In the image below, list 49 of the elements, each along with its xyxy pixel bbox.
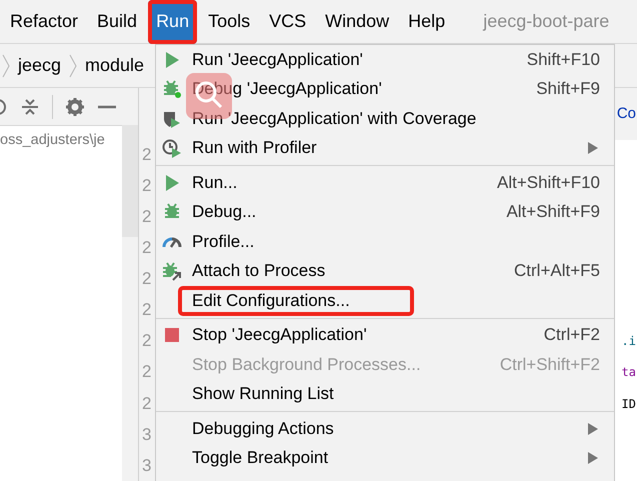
code-text: ta [622,365,636,380]
file-path[interactable]: oss_adjusters\je [0,132,122,148]
menu-item[interactable]: Stop 'JeecgApplication' Ctrl+F2 [156,320,614,350]
menu-bar-item[interactable]: VCS [261,0,314,44]
menu-bar-item[interactable]: Tools [200,0,258,44]
line-number: 3 [139,419,155,450]
code-text: .i [622,334,636,348]
editor-tab[interactable]: Co [616,105,636,122]
chevron-icon [2,52,10,78]
submenu-arrow-icon [588,452,598,464]
menu-bar-item[interactable]: Run [148,0,198,44]
breadcrumb-item[interactable]: jeecg [18,55,62,76]
menu-item[interactable]: Debugging Actions [156,414,614,444]
line-number: 2 [139,202,155,233]
code-text: ID [622,396,636,410]
clock-play-icon [162,138,182,158]
menu-item[interactable]: Edit Configurations... [178,286,414,316]
menu-bar-item[interactable]: Refactor [2,0,86,44]
menu-item[interactable]: Run 'JeecgApplication' with Coverage [156,104,614,134]
scrollbar[interactable] [122,125,138,237]
line-number: 2 [139,170,155,202]
menu-item[interactable]: Toggle Breakpoint [156,444,614,473]
menu-item[interactable]: Run... Alt+Shift+F10 [156,168,614,198]
line-number: 2 [139,232,155,264]
settings-icon[interactable] [65,96,85,116]
bug-icon [162,79,182,100]
menu-item[interactable]: Show Running List [156,380,614,409]
bug-arrow-icon [162,261,182,282]
line-number: 2 [139,264,155,295]
menu-bar-item[interactable]: Help [400,0,454,44]
menu-bar-item[interactable]: Build [89,0,146,44]
line-number: 2 [139,356,155,388]
window-title: jeecg-boot-pare [483,11,610,32]
menu-item[interactable]: Attach to Process Ctrl+Alt+F5 [156,256,614,286]
menu-item[interactable]: Run with Profiler [156,134,614,163]
breadcrumb-item[interactable]: module [85,55,144,76]
line-number: 3 [139,450,155,481]
line-number: 2 [139,294,155,326]
submenu-arrow-icon [588,422,598,435]
line-number: 2 [139,388,155,420]
chevron-icon [69,52,78,78]
line-number: 2 [139,140,155,171]
submenu-arrow-icon [588,142,598,154]
menu-item[interactable]: Run 'JeecgApplication' Shift+F10 [156,45,614,74]
line-number: 2 [139,326,155,357]
collapse-icon[interactable] [20,96,40,116]
menu-item[interactable]: Debug... Alt+Shift+F9 [156,198,614,227]
menu-item[interactable]: Profile... [156,227,614,256]
menu-bar-item[interactable]: Window [317,0,398,44]
